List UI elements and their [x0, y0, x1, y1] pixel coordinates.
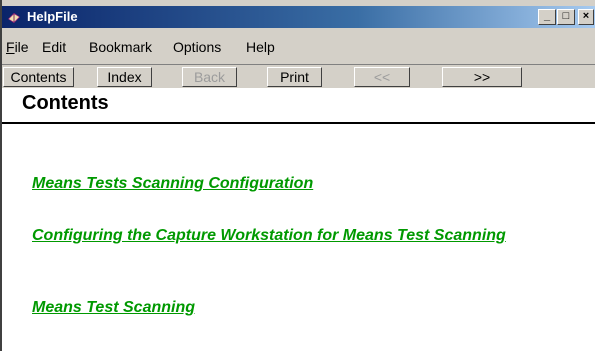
contents-button[interactable]: Contents [3, 67, 74, 87]
browse-forward-button[interactable]: >> [442, 67, 522, 87]
book-icon [8, 13, 20, 23]
print-button[interactable]: Print [267, 67, 322, 87]
link-means-test-scanning[interactable]: Means Test Scanning [32, 298, 195, 318]
link-configuring-capture-workstation[interactable]: Configuring the Capture Workstation for … [32, 226, 592, 246]
heading-bar: Contents [2, 88, 595, 124]
minimize-button[interactable]: _ [538, 9, 556, 25]
maximize-button[interactable]: □ [557, 9, 575, 25]
window-title: HelpFile [27, 9, 78, 24]
content-pane: Contents Means Tests Scanning Configurat… [2, 88, 595, 351]
back-button[interactable]: Back [182, 67, 237, 87]
page-title: Contents [22, 92, 109, 114]
menu-help[interactable]: Help [246, 39, 275, 55]
menu-edit[interactable]: Edit [42, 39, 66, 55]
index-button[interactable]: Index [97, 67, 152, 87]
menu-file[interactable]: File [6, 39, 29, 55]
toolbar: Contents Index Back Print << >> [2, 64, 595, 89]
menu-bookmark[interactable]: Bookmark [89, 39, 152, 55]
link-means-tests-configuration[interactable]: Means Tests Scanning Configuration [32, 174, 313, 194]
menu-bar: File Edit Bookmark Options Help [2, 36, 595, 58]
close-button[interactable]: × [578, 9, 594, 25]
menu-options[interactable]: Options [173, 39, 221, 55]
browse-back-button[interactable]: << [354, 67, 410, 87]
help-window: HelpFile _ □ × File Edit Bookmark Option… [0, 0, 595, 351]
title-bar[interactable]: HelpFile _ □ × [2, 6, 595, 28]
